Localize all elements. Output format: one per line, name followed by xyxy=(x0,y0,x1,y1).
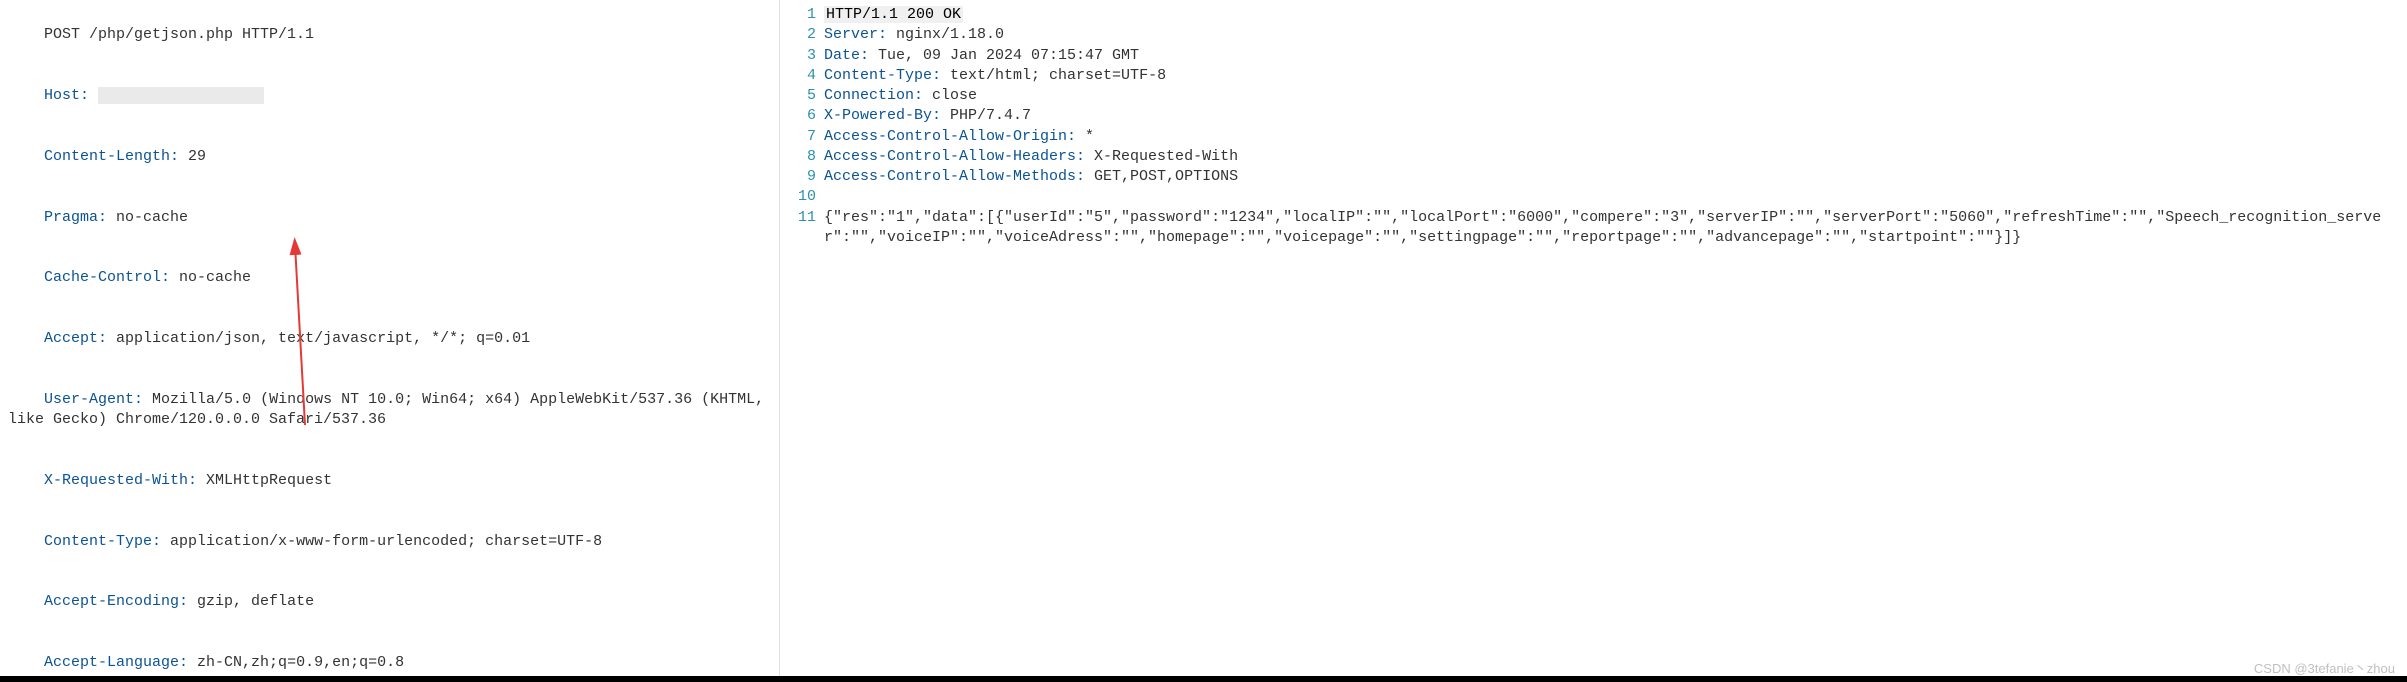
watermark: CSDN @3tefanie丶zhou xyxy=(2254,658,2395,677)
line-number: 10 xyxy=(788,187,816,207)
request-header: User-Agent: Mozilla/5.0 (Windows NT 10.0… xyxy=(8,370,771,451)
header-key: Accept-Language: xyxy=(44,654,188,671)
header-value: application/x-www-form-urlencoded; chars… xyxy=(161,533,602,550)
request-first-line: POST /php/getjson.php HTTP/1.1 xyxy=(8,5,771,66)
header-key: Content-Type: xyxy=(824,67,941,84)
line-number: 7 xyxy=(788,127,816,147)
header-key: Host: xyxy=(44,87,89,104)
header-key: Pragma: xyxy=(44,209,107,226)
request-header: Accept-Encoding: gzip, deflate xyxy=(8,572,771,633)
request-line-text: POST /php/getjson.php HTTP/1.1 xyxy=(44,26,314,43)
response-line: 1 HTTP/1.1 200 OK xyxy=(788,5,2399,25)
line-number: 1 xyxy=(788,5,816,25)
header-key: Access-Control-Allow-Methods: xyxy=(824,168,1085,185)
response-line: 3 Date: Tue, 09 Jan 2024 07:15:47 GMT xyxy=(788,46,2399,66)
header-key: X-Powered-By: xyxy=(824,107,941,124)
header-key: Date: xyxy=(824,47,869,64)
request-header: Accept: application/json, text/javascrip… xyxy=(8,309,771,370)
request-header: X-Requested-With: XMLHttpRequest xyxy=(8,451,771,512)
header-key: User-Agent: xyxy=(44,391,143,408)
header-value: close xyxy=(923,87,977,104)
request-header: Content-Length: 29 xyxy=(8,127,771,188)
host-redacted: xxxxxxxxxxxxxxxxxx xyxy=(98,87,264,104)
header-value: * xyxy=(1076,128,1094,145)
header-key: Cache-Control: xyxy=(44,269,170,286)
line-number: 3 xyxy=(788,46,816,66)
header-value: 29 xyxy=(179,148,206,165)
response-line: 7 Access-Control-Allow-Origin: * xyxy=(788,127,2399,147)
header-key: Content-Length: xyxy=(44,148,179,165)
request-header: Cache-Control: no-cache xyxy=(8,248,771,309)
line-number: 9 xyxy=(788,167,816,187)
header-key: Access-Control-Allow-Origin: xyxy=(824,128,1076,145)
response-line: 6 X-Powered-By: PHP/7.4.7 xyxy=(788,106,2399,126)
header-value: X-Requested-With xyxy=(1085,148,1238,165)
line-number: 8 xyxy=(788,147,816,167)
header-value: PHP/7.4.7 xyxy=(941,107,1031,124)
request-panel[interactable]: POST /php/getjson.php HTTP/1.1 Host: xxx… xyxy=(0,0,780,682)
header-value: application/json, text/javascript, */*; … xyxy=(107,330,530,347)
response-json-body: {"res":"1","data":[{"userId":"5","passwo… xyxy=(824,208,2399,249)
header-value: no-cache xyxy=(107,209,188,226)
header-value: zh-CN,zh;q=0.9,en;q=0.8 xyxy=(188,654,404,671)
header-value: no-cache xyxy=(170,269,251,286)
empty-line xyxy=(824,187,2399,207)
bottom-bar xyxy=(0,676,2407,682)
line-number: 6 xyxy=(788,106,816,126)
header-value: nginx/1.18.0 xyxy=(887,26,1004,43)
header-key: Connection: xyxy=(824,87,923,104)
response-line: 8 Access-Control-Allow-Headers: X-Reques… xyxy=(788,147,2399,167)
header-value: GET,POST,OPTIONS xyxy=(1085,168,1238,185)
response-line: 9 Access-Control-Allow-Methods: GET,POST… xyxy=(788,167,2399,187)
status-line: HTTP/1.1 200 OK xyxy=(824,6,963,23)
header-key: Accept-Encoding: xyxy=(44,593,188,610)
response-body-line: 11 {"res":"1","data":[{"userId":"5","pas… xyxy=(788,208,2399,249)
request-header: Content-Type: application/x-www-form-url… xyxy=(8,511,771,572)
header-value: text/html; charset=UTF-8 xyxy=(941,67,1166,84)
line-number: 5 xyxy=(788,86,816,106)
header-key: Server: xyxy=(824,26,887,43)
header-key: Accept: xyxy=(44,330,107,347)
header-value: gzip, deflate xyxy=(188,593,314,610)
line-number: 11 xyxy=(788,208,816,249)
header-key: Content-Type: xyxy=(44,533,161,550)
request-header-host: Host: xxxxxxxxxxxxxxxxxx xyxy=(8,66,771,127)
request-header: Pragma: no-cache xyxy=(8,187,771,248)
response-line: 4 Content-Type: text/html; charset=UTF-8 xyxy=(788,66,2399,86)
response-panel[interactable]: 1 HTTP/1.1 200 OK 2 Server: nginx/1.18.0… xyxy=(780,0,2407,682)
request-header: Accept-Language: zh-CN,zh;q=0.9,en;q=0.8 xyxy=(8,633,771,682)
header-key: Access-Control-Allow-Headers: xyxy=(824,148,1085,165)
response-line: 5 Connection: close xyxy=(788,86,2399,106)
line-number: 2 xyxy=(788,25,816,45)
header-value: XMLHttpRequest xyxy=(197,472,332,489)
response-line: 10 xyxy=(788,187,2399,207)
response-line: 2 Server: nginx/1.18.0 xyxy=(788,25,2399,45)
header-key: X-Requested-With: xyxy=(44,472,197,489)
line-number: 4 xyxy=(788,66,816,86)
header-value: Tue, 09 Jan 2024 07:15:47 GMT xyxy=(869,47,1139,64)
